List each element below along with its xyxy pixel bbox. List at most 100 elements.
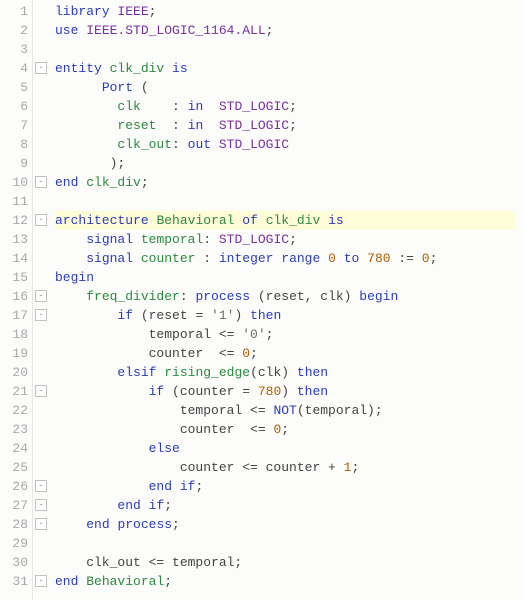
code-line[interactable]: counter <= 0;	[55, 420, 515, 439]
code-line[interactable]: signal temporal: STD_LOGIC;	[55, 230, 515, 249]
fold-toggle-icon[interactable]: -	[35, 575, 47, 587]
code-line[interactable]	[55, 40, 515, 59]
code-line[interactable]: begin	[55, 268, 515, 287]
fold-marker[interactable]: -	[33, 515, 49, 534]
line-number: 5	[0, 78, 28, 97]
token-ident: clk	[117, 99, 140, 114]
code-line[interactable]: signal counter : integer range 0 to 780 …	[55, 249, 515, 268]
token-kw: range	[281, 251, 320, 266]
token-plain: );	[55, 156, 125, 171]
fold-toggle-icon[interactable]: -	[35, 290, 47, 302]
token-plain	[141, 498, 149, 513]
fold-marker[interactable]: -	[33, 382, 49, 401]
token-plain	[359, 251, 367, 266]
code-line[interactable]: else	[55, 439, 515, 458]
code-line[interactable]: end clk_div;	[55, 173, 515, 192]
token-num: 0	[328, 251, 336, 266]
fold-toggle-icon[interactable]: -	[35, 62, 47, 74]
code-line[interactable]: clk_out: out STD_LOGIC	[55, 135, 515, 154]
token-plain: (reset, clk)	[250, 289, 359, 304]
token-ident: freq_divider	[86, 289, 180, 304]
token-plain: )	[234, 308, 250, 323]
token-kw: then	[297, 365, 328, 380]
code-line[interactable]: temporal <= '0';	[55, 325, 515, 344]
code-line[interactable]: );	[55, 154, 515, 173]
code-line[interactable]: entity clk_div is	[55, 59, 515, 78]
token-plain: (	[133, 80, 149, 95]
code-line[interactable]: temporal <= NOT(temporal);	[55, 401, 515, 420]
fold-marker[interactable]: -	[33, 211, 49, 230]
code-line[interactable]: end Behavioral;	[55, 572, 515, 591]
fold-marker	[33, 249, 49, 268]
fold-marker	[33, 135, 49, 154]
token-plain	[55, 99, 117, 114]
code-line[interactable]: end process;	[55, 515, 515, 534]
fold-marker	[33, 439, 49, 458]
token-plain: (reset =	[133, 308, 211, 323]
fold-toggle-icon[interactable]: -	[35, 214, 47, 226]
token-plain: ;	[289, 99, 297, 114]
token-plain: :	[195, 251, 218, 266]
token-kw: in	[188, 99, 204, 114]
fold-marker[interactable]: -	[33, 496, 49, 515]
token-plain	[133, 251, 141, 266]
code-line[interactable]: freq_divider: process (reset, clk) begin	[55, 287, 515, 306]
code-line[interactable]	[55, 192, 515, 211]
token-plain: ;	[195, 479, 203, 494]
fold-marker[interactable]: -	[33, 477, 49, 496]
token-ident: clk_out	[117, 137, 172, 152]
code-line[interactable]: counter <= counter + 1;	[55, 458, 515, 477]
fold-marker[interactable]: -	[33, 173, 49, 192]
token-kw: use	[55, 23, 78, 38]
token-plain: ;	[281, 422, 289, 437]
token-plain	[211, 137, 219, 152]
code-line[interactable]: clk : in STD_LOGIC;	[55, 97, 515, 116]
code-line[interactable]: end if;	[55, 496, 515, 515]
fold-marker[interactable]: -	[33, 287, 49, 306]
fold-marker[interactable]: -	[33, 59, 49, 78]
code-area[interactable]: library IEEE;use IEEE.STD_LOGIC_1164.ALL…	[49, 0, 515, 600]
code-line[interactable]: end if;	[55, 477, 515, 496]
code-line[interactable]: Port (	[55, 78, 515, 97]
fold-toggle-icon[interactable]: -	[35, 176, 47, 188]
token-plain: temporal <=	[55, 327, 242, 342]
code-line[interactable]: if (reset = '1') then	[55, 306, 515, 325]
token-ident: counter	[141, 251, 196, 266]
line-number: 6	[0, 97, 28, 116]
fold-marker[interactable]: -	[33, 572, 49, 591]
fold-marker	[33, 2, 49, 21]
line-number: 30	[0, 553, 28, 572]
token-plain	[172, 479, 180, 494]
code-line[interactable]: architecture Behavioral of clk_div is	[55, 211, 515, 230]
token-plain: :	[156, 118, 187, 133]
fold-toggle-icon[interactable]: -	[35, 385, 47, 397]
code-line[interactable]: counter <= 0;	[55, 344, 515, 363]
code-line[interactable]: clk_out <= temporal;	[55, 553, 515, 572]
line-number: 2	[0, 21, 28, 40]
code-line[interactable]: use IEEE.STD_LOGIC_1164.ALL;	[55, 21, 515, 40]
token-ident: temporal	[141, 232, 203, 247]
code-line[interactable]: reset : in STD_LOGIC;	[55, 116, 515, 135]
fold-toggle-icon[interactable]: -	[35, 480, 47, 492]
fold-toggle-icon[interactable]: -	[35, 499, 47, 511]
token-kw: end	[55, 574, 78, 589]
token-kw: in	[188, 118, 204, 133]
fold-toggle-icon[interactable]: -	[35, 309, 47, 321]
code-line[interactable]: if (counter = 780) then	[55, 382, 515, 401]
token-kw: signal	[86, 232, 133, 247]
code-line[interactable]: library IEEE;	[55, 2, 515, 21]
token-num: 0	[242, 346, 250, 361]
line-number: 9	[0, 154, 28, 173]
code-line[interactable]: elsif rising_edge(clk) then	[55, 363, 515, 382]
fold-toggle-icon[interactable]: -	[35, 518, 47, 530]
code-line[interactable]	[55, 534, 515, 553]
token-kw: process	[195, 289, 250, 304]
fold-marker[interactable]: -	[33, 306, 49, 325]
token-kw: library	[55, 4, 110, 19]
fold-marker	[33, 363, 49, 382]
token-plain: counter <= counter +	[55, 460, 344, 475]
line-number: 16	[0, 287, 28, 306]
line-number: 15	[0, 268, 28, 287]
token-type: STD_LOGIC	[219, 99, 289, 114]
line-number: 10	[0, 173, 28, 192]
